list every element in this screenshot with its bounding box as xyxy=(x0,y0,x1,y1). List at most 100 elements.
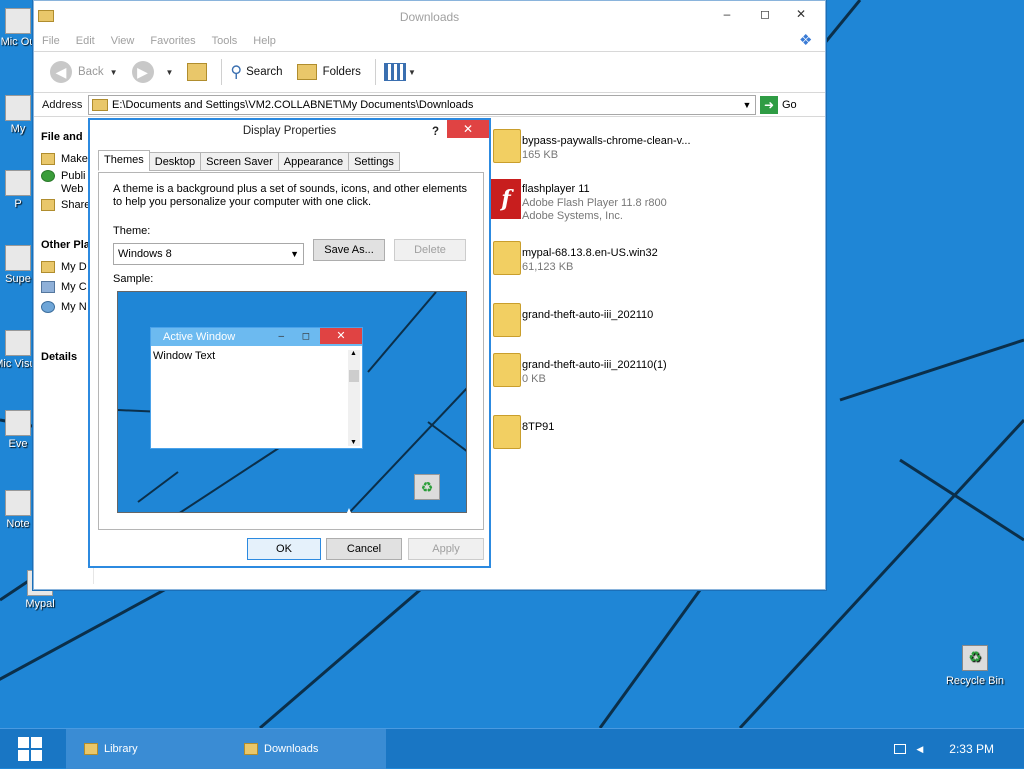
other-places-heading[interactable]: Other Pla xyxy=(34,239,93,251)
library-icon xyxy=(84,743,98,755)
taskbar-item-downloads[interactable]: Downloads xyxy=(226,729,386,769)
tab-appearance[interactable]: Appearance xyxy=(277,152,350,171)
window-title: Downloads xyxy=(399,10,460,24)
menu-file[interactable]: File xyxy=(34,31,68,51)
place-item[interactable]: My D xyxy=(34,257,93,277)
theme-sample-preview: Active Window – ◻ ✕ Window Text ▲ ▼ ♻ xyxy=(117,291,467,513)
recycle-bin-icon: ♻ xyxy=(962,645,988,671)
menu-help[interactable]: Help xyxy=(245,31,284,51)
chevron-down-icon: ▼ xyxy=(165,67,174,77)
display-properties-dialog: Display Properties ? ✕ Themes Desktop Sc… xyxy=(88,118,491,568)
folder-up-icon xyxy=(187,63,208,81)
folders-button[interactable]: Folders xyxy=(293,57,365,87)
chevron-up-icon: ▲ xyxy=(350,350,357,357)
file-size: 165 KB xyxy=(522,149,559,161)
ok-button[interactable]: OK xyxy=(247,538,321,560)
menu-bar: File Edit View Favorites Tools Help ❖ xyxy=(34,31,825,51)
dialog-titlebar[interactable]: Display Properties ? ✕ xyxy=(90,120,489,142)
file-tasks-heading[interactable]: File and xyxy=(34,131,93,143)
search-label: Search xyxy=(246,66,283,78)
place-label: My N xyxy=(61,301,87,313)
list-item[interactable]: 8TP91 xyxy=(489,411,819,461)
taskbar-item-library[interactable]: Library xyxy=(66,729,226,769)
go-button[interactable]: ➜ Go xyxy=(760,95,797,114)
details-heading[interactable]: Details xyxy=(34,351,93,363)
list-item[interactable]: grand-theft-auto-iii_202110 xyxy=(489,299,819,349)
tab-themes[interactable]: Themes xyxy=(98,150,150,171)
theme-value: Windows 8 xyxy=(118,248,172,260)
desktop-icon-label: Mic Ou xyxy=(0,36,36,48)
cancel-button[interactable]: Cancel xyxy=(326,538,402,560)
chevron-left-icon[interactable]: ◀ xyxy=(916,744,923,755)
desktop-icon-label: Note xyxy=(6,518,30,530)
close-icon: ✕ xyxy=(320,328,362,344)
list-item[interactable]: f flashplayer 11 Adobe Flash Player 11.8 r… xyxy=(489,179,819,229)
task-label: Share xyxy=(61,199,91,211)
forward-button[interactable]: ▶ ▼ xyxy=(128,57,178,87)
list-item[interactable]: grand-theft-auto-iii_202110(1) 0 KB xyxy=(489,349,819,399)
folder-icon xyxy=(493,303,521,337)
back-button[interactable]: ◀ Back ▼ xyxy=(46,57,122,87)
start-button[interactable] xyxy=(0,729,60,769)
close-button[interactable]: ✕ xyxy=(787,5,815,23)
menu-favorites[interactable]: Favorites xyxy=(142,31,203,51)
task-item[interactable]: Publi xyxy=(34,169,93,183)
close-button[interactable]: ✕ xyxy=(447,120,489,138)
task-item[interactable]: Share xyxy=(34,195,93,215)
address-label: Address xyxy=(42,98,83,111)
file-size: 61,123 KB xyxy=(522,261,574,273)
theme-label: Theme: xyxy=(113,225,151,237)
delete-button[interactable]: Delete xyxy=(394,239,466,261)
menu-view[interactable]: View xyxy=(103,31,143,51)
menu-edit[interactable]: Edit xyxy=(68,31,103,51)
views-icon xyxy=(383,63,406,81)
clock[interactable]: 2:33 PM xyxy=(949,742,994,756)
task-item[interactable]: Make xyxy=(34,149,93,169)
toolbar-divider xyxy=(374,59,376,85)
apply-button[interactable]: Apply xyxy=(408,538,484,560)
search-button[interactable]: ⚲ Search xyxy=(226,57,286,87)
list-item[interactable]: mypal-68.13.8.en-US.win32 61,123 KB xyxy=(489,237,819,287)
tab-screen-saver[interactable]: Screen Saver xyxy=(200,152,279,171)
network-icon xyxy=(41,301,55,313)
task-item[interactable]: Web xyxy=(34,183,93,195)
file-name: bypass-paywalls-chrome-clean-v... xyxy=(522,135,691,147)
list-item[interactable]: bypass-paywalls-chrome-clean-v... 165 KB xyxy=(489,125,819,175)
toolbar: ◀ Back ▼ ▶ ▼ ⚲ Search Folders ▼ xyxy=(34,51,825,93)
theme-select[interactable]: Windows 8 ▼ xyxy=(113,243,304,265)
file-name: flashplayer 11 xyxy=(522,183,590,195)
chevron-down-icon: ▼ xyxy=(407,67,416,77)
place-item[interactable]: My N xyxy=(34,297,93,317)
place-item[interactable]: My C xyxy=(34,277,93,297)
task-label: Make xyxy=(61,153,88,165)
desktop-icon-label: Eve xyxy=(8,438,28,450)
file-name: mypal-68.13.8.en-US.win32 xyxy=(522,247,658,259)
maximize-button[interactable]: ◻ xyxy=(751,5,779,23)
recycle-bin[interactable]: ♻ Recycle Bin xyxy=(945,645,1005,687)
back-arrow-icon: ◀ xyxy=(50,61,72,83)
folder-icon xyxy=(244,743,258,755)
chevron-down-icon[interactable]: ▼ xyxy=(739,100,755,110)
flash-player-icon: f xyxy=(491,179,521,219)
folder-icon xyxy=(92,98,108,111)
folder-icon xyxy=(38,10,54,22)
help-button[interactable]: ? xyxy=(432,121,439,143)
views-button[interactable]: ▼ xyxy=(380,57,420,87)
tab-settings[interactable]: Settings xyxy=(348,152,400,171)
minimize-button[interactable]: – xyxy=(713,5,741,23)
up-button[interactable] xyxy=(183,57,211,87)
explorer-titlebar[interactable]: Downloads – ◻ ✕ xyxy=(34,1,825,31)
folder-icon xyxy=(41,261,55,273)
keyboard-icon[interactable] xyxy=(894,744,907,754)
save-as-button[interactable]: Save As... xyxy=(313,239,385,261)
address-input[interactable]: E:\Documents and Settings\VM2.COLLABNET\… xyxy=(88,94,756,115)
task-pane: File and Make Publi Web Share Other Pla … xyxy=(34,119,94,584)
tab-desktop[interactable]: Desktop xyxy=(148,152,202,171)
taskbar: Library Downloads ◀ 2:33 PM xyxy=(0,728,1024,769)
sample-active-window: Active Window – ◻ ✕ Window Text ▲ ▼ xyxy=(150,327,363,449)
taskbar-item-label: Downloads xyxy=(264,743,319,755)
desktop-icon-label: Supe xyxy=(5,273,31,285)
menu-tools[interactable]: Tools xyxy=(204,31,246,51)
app-icon xyxy=(5,490,31,516)
task-label: Web xyxy=(61,183,84,195)
